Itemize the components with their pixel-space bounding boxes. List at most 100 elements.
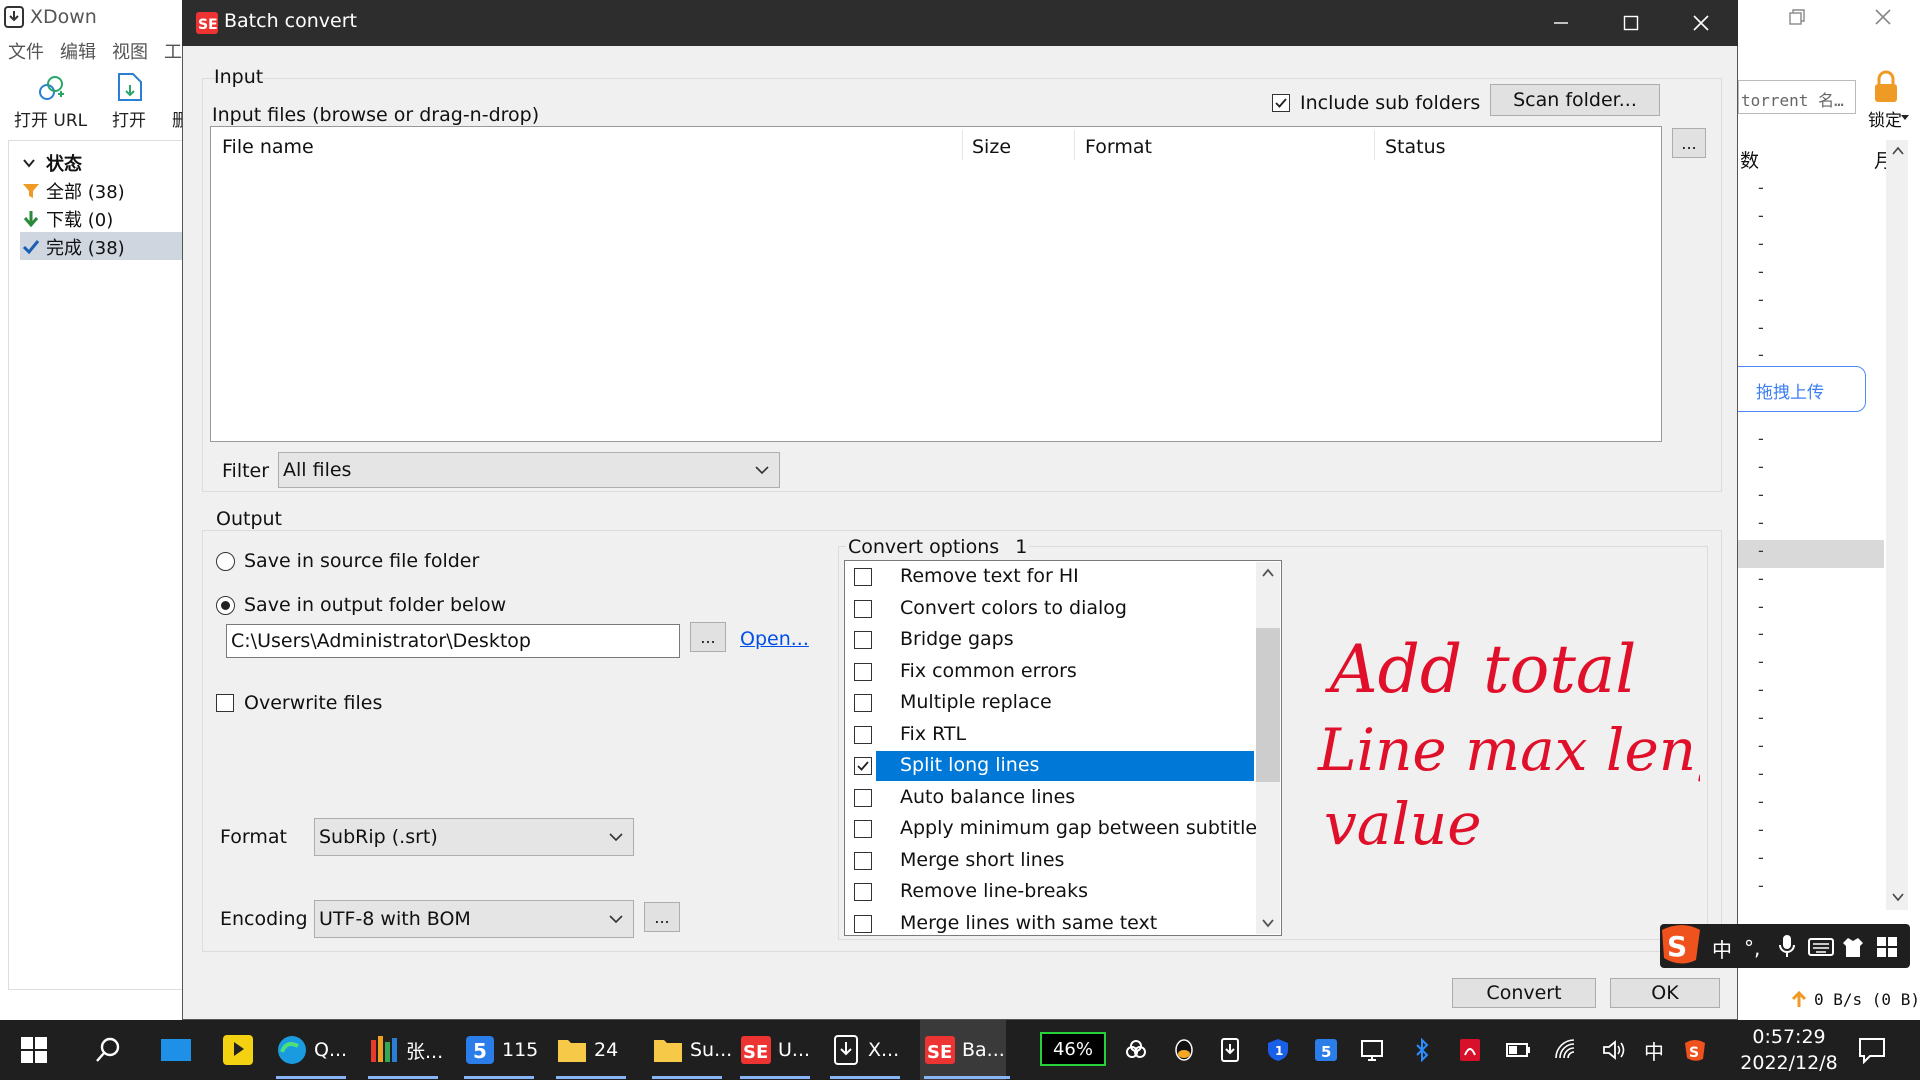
list-item[interactable]: -: [1738, 734, 1884, 762]
open-button[interactable]: 打开: [112, 106, 146, 131]
windows-start-icon[interactable]: [20, 1036, 48, 1064]
convert-option-checkbox[interactable]: [854, 914, 872, 933]
toolbox-icon[interactable]: [1876, 936, 1898, 958]
menu-view[interactable]: 视图: [112, 38, 148, 64]
sidebar-item-all[interactable]: 全部 (38): [22, 178, 125, 204]
column-file-name[interactable]: File name: [222, 136, 314, 158]
restore-window-icon[interactable]: [1784, 4, 1810, 30]
punctuation-icon[interactable]: °,: [1744, 936, 1760, 960]
sidebar-item-completed[interactable]: 完成 (38): [22, 234, 125, 260]
clock-time[interactable]: 0:57:29: [1734, 1026, 1844, 1048]
taskbar-item[interactable]: Su...: [652, 1030, 732, 1070]
skin-icon[interactable]: [1842, 936, 1864, 958]
convert-option-row[interactable]: Bridge gaps: [846, 625, 1254, 655]
convert-button[interactable]: Convert: [1452, 978, 1596, 1008]
taskbar-item[interactable]: 24: [556, 1030, 618, 1070]
search-icon[interactable]: [94, 1036, 122, 1064]
menu-edit[interactable]: 编辑: [60, 38, 96, 64]
qq-icon[interactable]: [1172, 1038, 1196, 1062]
convert-option-checkbox[interactable]: [854, 725, 872, 744]
maximize-button[interactable]: [1596, 0, 1666, 46]
sidebar-item-downloading[interactable]: 下载 (0): [22, 206, 113, 232]
list-item[interactable]: -: [1738, 483, 1884, 511]
encoding-settings-button[interactable]: ...: [644, 902, 680, 932]
list-item[interactable]: -: [1738, 539, 1884, 567]
convert-option-checkbox[interactable]: [854, 631, 872, 649]
list-item[interactable]: -: [1738, 790, 1884, 818]
scroll-down-icon[interactable]: [1262, 918, 1274, 928]
close-button[interactable]: [1666, 0, 1736, 46]
scroll-up-icon[interactable]: [1892, 146, 1904, 156]
115-tray-icon[interactable]: 5: [1314, 1038, 1338, 1062]
list-item[interactable]: -: [1738, 567, 1884, 595]
microphone-icon[interactable]: [1778, 934, 1796, 958]
column-status[interactable]: Status: [1385, 136, 1446, 158]
convert-option-row[interactable]: Apply minimum gap between subtitles: [846, 814, 1267, 844]
scan-folder-button[interactable]: Scan folder...: [1490, 84, 1660, 116]
list-item[interactable]: -: [1738, 288, 1884, 316]
browse-files-button[interactable]: ...: [1672, 128, 1706, 158]
menu-tools[interactable]: 工: [164, 38, 182, 64]
format-select[interactable]: SubRip (.srt): [314, 818, 634, 856]
taskbar-item[interactable]: Q...: [276, 1030, 347, 1070]
taskbar-item[interactable]: SE Ba...: [924, 1030, 1005, 1070]
convert-option-checkbox[interactable]: [854, 694, 872, 712]
list-item[interactable]: -: [1738, 650, 1884, 678]
list-item[interactable]: -: [1738, 846, 1884, 874]
sogou-tray-icon[interactable]: S: [1682, 1038, 1706, 1062]
player-icon[interactable]: [222, 1034, 254, 1066]
sogou-logo-icon[interactable]: S: [1656, 922, 1706, 968]
list-item[interactable]: -: [1738, 678, 1884, 706]
taskbar-item[interactable]: X...: [830, 1030, 899, 1070]
convert-option-row[interactable]: Convert colors to dialog: [846, 594, 1254, 624]
monitor-icon[interactable]: [1360, 1038, 1384, 1062]
list-item[interactable]: -: [1738, 706, 1884, 734]
convert-option-row[interactable]: Merge lines with same text: [846, 909, 1254, 939]
list-item[interactable]: -: [1738, 204, 1884, 232]
convert-option-row[interactable]: Multiple replace: [846, 688, 1254, 718]
convert-option-row[interactable]: Auto balance lines: [846, 783, 1254, 813]
filter-select[interactable]: All files: [278, 452, 780, 488]
lock-label[interactable]: 锁定: [1868, 106, 1902, 131]
list-item[interactable]: -: [1738, 232, 1884, 260]
ime-mode-label[interactable]: 中: [1712, 934, 1732, 963]
scroll-up-icon[interactable]: [1262, 568, 1274, 578]
column-header[interactable]: 数: [1740, 146, 1759, 173]
battery-meter[interactable]: 46%: [1040, 1032, 1106, 1066]
ime-indicator[interactable]: 中: [1644, 1036, 1664, 1065]
taskbar-item[interactable]: 张...: [368, 1030, 443, 1070]
clock-date[interactable]: 2022/12/8: [1734, 1052, 1844, 1074]
column-size[interactable]: Size: [972, 136, 1011, 158]
menu-file[interactable]: 文件: [8, 38, 44, 64]
output-folder-input[interactable]: C:\Users\Administrator\Desktop: [226, 624, 680, 658]
convert-option-checkbox[interactable]: [854, 757, 872, 775]
torrent-search-input[interactable]: torrent 名…: [1738, 80, 1856, 114]
list-item[interactable]: -: [1738, 511, 1884, 539]
xdown-tray-icon[interactable]: [1218, 1038, 1242, 1062]
taskbar-item[interactable]: 5 115: [464, 1030, 538, 1070]
wifi-icon[interactable]: [1554, 1038, 1578, 1062]
convert-option-row[interactable]: Remove line-breaks: [846, 877, 1254, 907]
pdf-icon[interactable]: [1458, 1038, 1482, 1062]
open-folder-link[interactable]: Open...: [740, 628, 809, 650]
shield-icon[interactable]: 1: [1266, 1038, 1290, 1062]
list-item[interactable]: -: [1738, 316, 1884, 344]
list-item[interactable]: -: [1738, 595, 1884, 623]
convert-option-row[interactable]: Merge short lines: [846, 846, 1254, 876]
browse-output-button[interactable]: ...: [690, 622, 726, 652]
list-item[interactable]: -: [1738, 427, 1884, 455]
desktop-icon[interactable]: [160, 1036, 192, 1064]
list-item[interactable]: -: [1738, 176, 1884, 204]
volume-icon[interactable]: [1602, 1038, 1626, 1062]
keyboard-icon[interactable]: [1808, 938, 1834, 956]
input-file-list[interactable]: [210, 126, 1662, 442]
convert-option-checkbox[interactable]: [854, 820, 872, 838]
minimize-button[interactable]: [1526, 0, 1596, 46]
notification-icon[interactable]: [1858, 1036, 1886, 1064]
scroll-down-icon[interactable]: [1892, 892, 1904, 902]
save-output-radio[interactable]: [216, 596, 235, 615]
ok-button[interactable]: OK: [1610, 978, 1720, 1008]
taskbar-item[interactable]: SE U...: [740, 1030, 810, 1070]
include-sub-folders-checkbox[interactable]: [1272, 94, 1290, 112]
convert-option-row[interactable]: Fix common errors: [846, 657, 1254, 687]
